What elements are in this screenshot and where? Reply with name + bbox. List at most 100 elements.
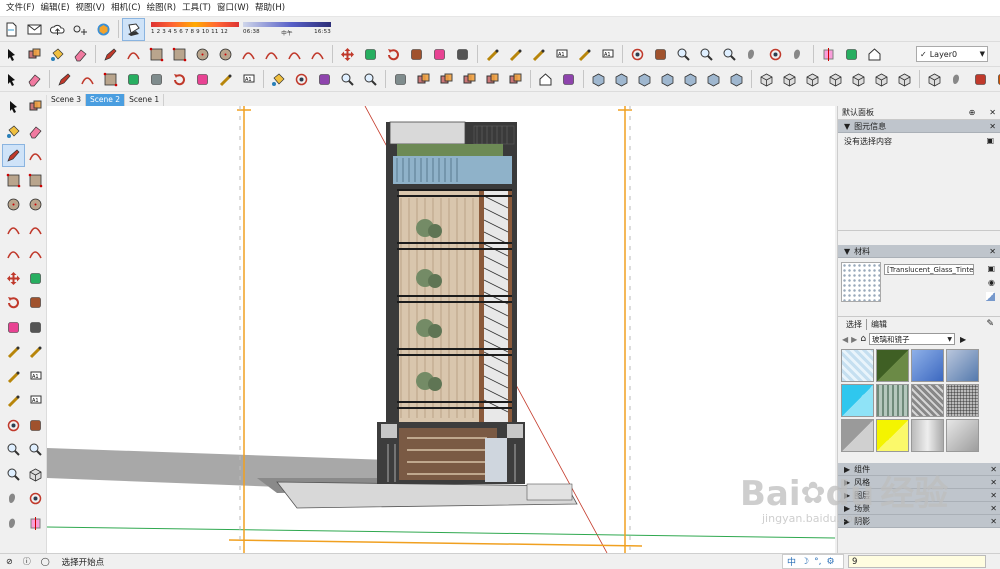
follow-me-button[interactable]: [25, 292, 46, 313]
tab-edit[interactable]: 编辑: [867, 319, 891, 330]
perspective-button[interactable]: [894, 69, 915, 90]
tab-scene-2[interactable]: Scene 2: [86, 94, 126, 106]
make-component-button[interactable]: [25, 96, 46, 117]
rotate-button[interactable]: [169, 69, 190, 90]
rectangle-button[interactable]: [3, 170, 24, 191]
library-dropdown[interactable]: 玻璃和镜子 ▼: [869, 333, 956, 345]
layer-selector[interactable]: ✓ Layer0 ▼: [912, 46, 988, 62]
wireframe-button[interactable]: [634, 69, 655, 90]
menu-view[interactable]: 视图(V): [73, 0, 108, 16]
scale-button[interactable]: [192, 69, 213, 90]
send-mail-button[interactable]: [24, 19, 45, 40]
close-icon[interactable]: ✕: [989, 120, 996, 133]
extension-button[interactable]: [558, 69, 579, 90]
polygon-button[interactable]: [25, 194, 46, 215]
zoom-button[interactable]: [3, 439, 24, 460]
top-view-button[interactable]: [779, 69, 800, 90]
paint-bucket-button[interactable]: [3, 121, 24, 142]
eraser-button[interactable]: [25, 121, 46, 142]
position-camera-button[interactable]: [3, 488, 24, 509]
eraser-button[interactable]: [70, 44, 91, 65]
close-icon[interactable]: ✕: [990, 489, 997, 502]
axes-button[interactable]: [574, 44, 595, 65]
dimension-button[interactable]: [25, 341, 46, 362]
select-button[interactable]: [1, 44, 22, 65]
warehouse-3d-button[interactable]: [93, 19, 114, 40]
select-button[interactable]: [3, 96, 24, 117]
component-button[interactable]: [413, 69, 434, 90]
lock-icon[interactable]: ▣: [986, 136, 994, 145]
default-material-icon[interactable]: ◉: [988, 278, 995, 287]
orbit-button[interactable]: [627, 44, 648, 65]
right-view-button[interactable]: [825, 69, 846, 90]
ime-mode[interactable]: 中: [787, 555, 796, 568]
textured-button[interactable]: [703, 69, 724, 90]
pencil-button[interactable]: [2, 144, 25, 167]
close-icon[interactable]: ✕: [990, 476, 997, 489]
materials-header[interactable]: ▼ 材料 ✕: [838, 245, 1000, 258]
tape-measure-button[interactable]: [482, 44, 503, 65]
move-button[interactable]: [337, 44, 358, 65]
three-point-arc-button[interactable]: [284, 44, 305, 65]
material-swatch[interactable]: [876, 349, 909, 382]
menu-tools[interactable]: 工具(T): [179, 0, 214, 16]
make-component-button[interactable]: [24, 44, 45, 65]
zoom-button[interactable]: [337, 69, 358, 90]
layer-button[interactable]: [970, 69, 991, 90]
tape-measure-button[interactable]: [215, 69, 236, 90]
new-file-button[interactable]: [1, 19, 22, 40]
cloud-upload-button[interactable]: [47, 19, 68, 40]
freehand-button[interactable]: [123, 44, 144, 65]
info-icon[interactable]: ⓘ: [23, 556, 31, 567]
menu-file[interactable]: 文件(F): [3, 0, 38, 16]
freehand-button[interactable]: [25, 145, 46, 166]
material-swatch[interactable]: [876, 419, 909, 452]
measure-value[interactable]: 9: [852, 557, 857, 567]
tab-scene-1[interactable]: Scene 1: [125, 94, 165, 106]
paint-bucket-button[interactable]: [47, 44, 68, 65]
rotate-button[interactable]: [3, 292, 24, 313]
tab-select[interactable]: 选择: [842, 318, 867, 330]
material-swatch[interactable]: [911, 384, 944, 417]
pan-button[interactable]: [650, 44, 671, 65]
text-button[interactable]: A1: [551, 44, 572, 65]
rectangle-button[interactable]: [100, 69, 121, 90]
axes-button[interactable]: [3, 390, 24, 411]
offset-button[interactable]: [25, 317, 46, 338]
camera-button[interactable]: [947, 69, 968, 90]
forward-icon[interactable]: ▶: [851, 335, 857, 344]
back-icon[interactable]: ◀: [842, 335, 848, 344]
two-point-arc-button[interactable]: [261, 44, 282, 65]
follow-me-button[interactable]: [146, 69, 167, 90]
material-name-field[interactable]: [Translucent_Glass_Tinted]: [884, 264, 974, 275]
scale-button[interactable]: [3, 317, 24, 338]
menu-window[interactable]: 窗口(W): [214, 0, 252, 16]
look-around-button[interactable]: [25, 488, 46, 509]
model-canvas[interactable]: [47, 106, 835, 553]
xray-style-button[interactable]: [611, 69, 632, 90]
text-button[interactable]: A1: [25, 366, 46, 387]
material-swatch[interactable]: [841, 419, 874, 452]
zoom-extents-button[interactable]: [3, 464, 24, 485]
tab-scene-3[interactable]: Scene 3: [47, 94, 87, 106]
entity-info-header[interactable]: ▼ 图元信息 ✕: [838, 120, 1000, 133]
dimension-button[interactable]: [505, 44, 526, 65]
menu-edit[interactable]: 编辑(E): [38, 0, 73, 16]
back-view-button[interactable]: [848, 69, 869, 90]
sandbox-button[interactable]: [390, 69, 411, 90]
close-icon[interactable]: ✕: [990, 515, 997, 528]
menu-draw[interactable]: 绘图(R): [144, 0, 180, 16]
eyedropper-icon[interactable]: ✎: [986, 319, 994, 329]
drawing-viewport[interactable]: [47, 106, 835, 553]
gear-icon[interactable]: ⚙: [826, 557, 834, 567]
pin-icon[interactable]: ⊕: [969, 106, 976, 120]
pencil-button[interactable]: [100, 44, 121, 65]
rotated-rectangle-button[interactable]: [25, 170, 46, 191]
two-point-arc-button[interactable]: [25, 219, 46, 240]
measurements-box[interactable]: 9: [848, 555, 986, 568]
text-button[interactable]: A1: [238, 69, 259, 90]
layer-dropdown[interactable]: ✓ Layer0 ▼: [916, 46, 988, 62]
follow-me-button[interactable]: [406, 44, 427, 65]
push-pull-button[interactable]: [123, 69, 144, 90]
x-ray-button[interactable]: [841, 44, 862, 65]
